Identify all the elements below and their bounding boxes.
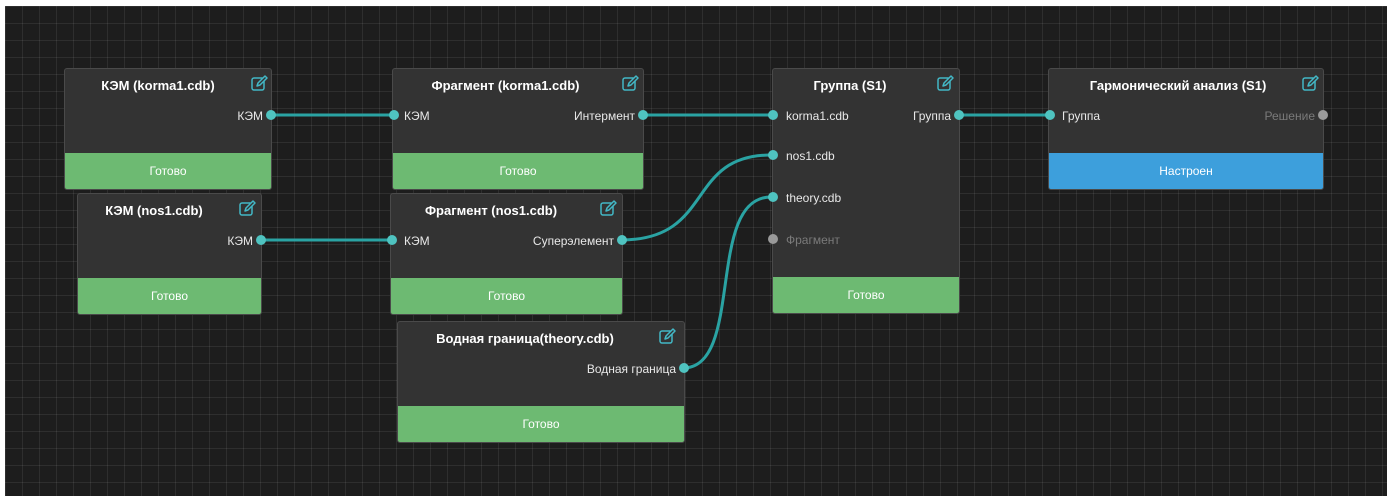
node-group[interactable]: Группа (S1) korma1.cdb Группа nos1.cdb t…	[772, 68, 960, 314]
node-fragment-korma[interactable]: Фрагмент (korma1.cdb) КЭМ Интермент Гото…	[392, 68, 644, 190]
port-water-out[interactable]	[679, 363, 689, 373]
node-kem-korma[interactable]: КЭМ (korma1.cdb) КЭМ Готово	[64, 68, 272, 190]
wire-water-to-group	[682, 195, 772, 370]
node-status: Готово	[65, 153, 271, 189]
edit-pencil-icon[interactable]	[621, 75, 639, 93]
port-label-korma-in: korma1.cdb	[786, 109, 849, 123]
port-group-out[interactable]	[954, 110, 964, 120]
port-label-solution-out: Решение	[1264, 109, 1315, 123]
port-group-nos-in[interactable]	[768, 150, 778, 160]
port-group-fragment-in[interactable]	[768, 234, 778, 244]
port-kem-korma-out[interactable]	[266, 110, 276, 120]
port-label-group-out: Группа	[912, 109, 951, 123]
port-label-water-boundary-out: Водная граница	[586, 362, 676, 376]
node-kem-nos[interactable]: КЭМ (nos1.cdb) КЭМ Готово	[77, 193, 262, 315]
port-label-kem-in: КЭМ	[404, 109, 430, 123]
port-harmonic-group-in[interactable]	[1045, 110, 1055, 120]
port-label-nos-in: nos1.cdb	[786, 149, 835, 163]
port-label-kem-out: КЭМ	[227, 234, 253, 248]
port-frag-nos-in[interactable]	[387, 235, 397, 245]
node-status: Готово	[391, 278, 622, 314]
node-title: Фрагмент (korma1.cdb)	[431, 78, 580, 93]
node-status: Готово	[393, 153, 643, 189]
port-frag-nos-out[interactable]	[617, 235, 627, 245]
port-label-kem-in: КЭМ	[404, 234, 430, 248]
node-title: Водная граница(theory.cdb)	[436, 331, 614, 346]
node-editor-canvas[interactable]: КЭМ (korma1.cdb) КЭМ Готово КЭМ (nos1.cd…	[5, 6, 1387, 496]
edit-pencil-icon[interactable]	[936, 75, 954, 93]
edit-pencil-icon[interactable]	[599, 200, 617, 218]
node-status: Настроен	[1049, 153, 1323, 189]
port-frag-korma-in[interactable]	[389, 110, 399, 120]
node-status: Готово	[398, 406, 684, 442]
edit-pencil-icon[interactable]	[1301, 75, 1319, 93]
port-harmonic-solution-out[interactable]	[1318, 110, 1328, 120]
node-status: Готово	[773, 277, 959, 313]
node-fragment-nos[interactable]: Фрагмент (nos1.cdb) КЭМ Суперэлемент Гот…	[390, 193, 623, 315]
port-group-korma-in[interactable]	[768, 110, 778, 120]
node-title: КЭМ (korma1.cdb)	[101, 78, 215, 93]
node-status: Готово	[78, 278, 261, 314]
port-label-superelement-out: Суперэлемент	[532, 234, 614, 248]
port-label-kem-out: КЭМ	[237, 109, 263, 123]
edit-pencil-icon[interactable]	[250, 75, 268, 93]
node-harmonic-analysis[interactable]: Гармонический анализ (S1) Группа Решение…	[1048, 68, 1324, 190]
port-kem-nos-out[interactable]	[256, 235, 266, 245]
edit-pencil-icon[interactable]	[238, 200, 256, 218]
port-label-group-in: Группа	[1062, 109, 1101, 123]
node-title: Группа (S1)	[813, 78, 887, 93]
node-water-boundary[interactable]: Водная граница(theory.cdb) Водная границ…	[397, 321, 685, 443]
node-title: Гармонический анализ (S1)	[1089, 78, 1267, 93]
edit-pencil-icon[interactable]	[658, 328, 676, 346]
port-group-theory-in[interactable]	[768, 192, 778, 202]
port-label-fragment-in: Фрагмент	[786, 233, 840, 247]
port-label-theory-in: theory.cdb	[786, 191, 842, 205]
node-title: КЭМ (nos1.cdb)	[105, 203, 203, 218]
port-label-interment-out: Интермент	[573, 109, 635, 123]
port-frag-korma-out[interactable]	[638, 110, 648, 120]
node-title: Фрагмент (nos1.cdb)	[424, 203, 558, 218]
